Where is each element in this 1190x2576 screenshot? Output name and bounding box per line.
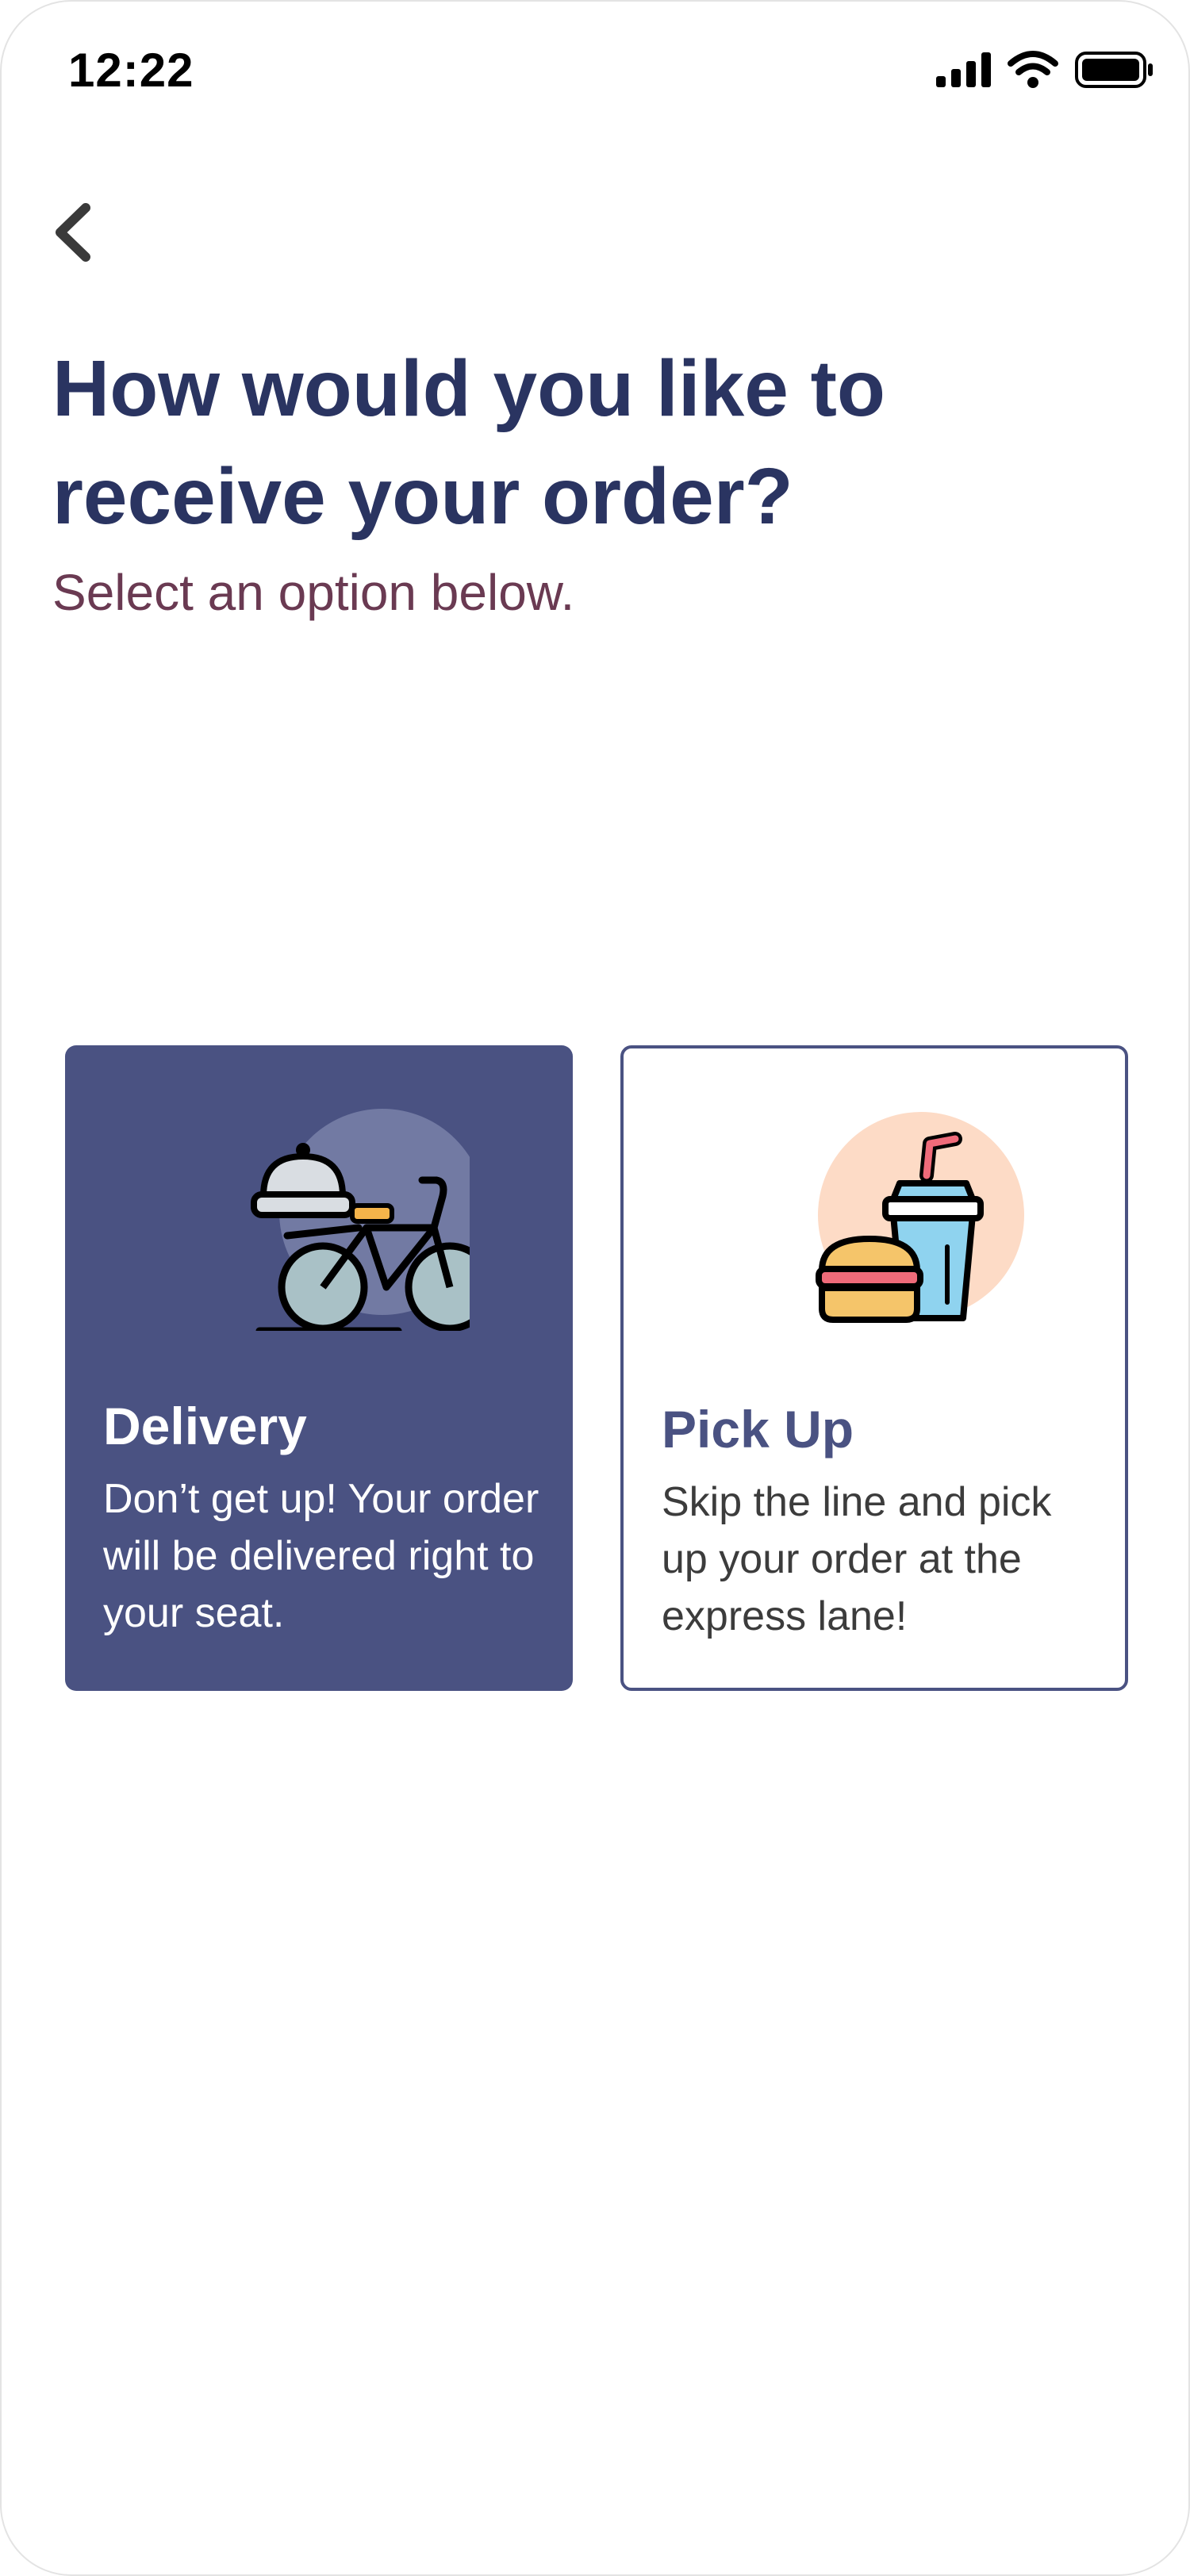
burger-and-drink-icon: [816, 1112, 1024, 1323]
status-icons: [936, 51, 1154, 89]
delivery-option-title: Delivery: [103, 1397, 307, 1455]
pickup-option-card[interactable]: Pick Up Skip the line and pick up your o…: [620, 1045, 1128, 1691]
page-subtitle: Select an option below.: [52, 564, 575, 621]
delivery-option-description: Don’t get up! Your order will be deliver…: [103, 1476, 539, 1636]
wifi-icon: [1008, 51, 1058, 88]
page-title: How would you like to receive your order…: [52, 344, 885, 541]
pickup-option-description: Skip the line and pick up your order at …: [662, 1479, 1052, 1639]
delivery-option-card[interactable]: Delivery Don’t get up! Your order will b…: [65, 1045, 573, 1691]
battery-icon: [1075, 52, 1153, 88]
cellular-signal-icon: [936, 52, 991, 87]
status-time: 12:22: [68, 44, 194, 97]
delivery-bicycle-icon: [251, 1109, 470, 1331]
pickup-option-title: Pick Up: [662, 1400, 854, 1459]
back-button[interactable]: [41, 197, 105, 268]
phone-screen: 12:22 How would you like to receive your…: [0, 0, 1190, 2576]
chevron-left-icon: [56, 203, 90, 262]
